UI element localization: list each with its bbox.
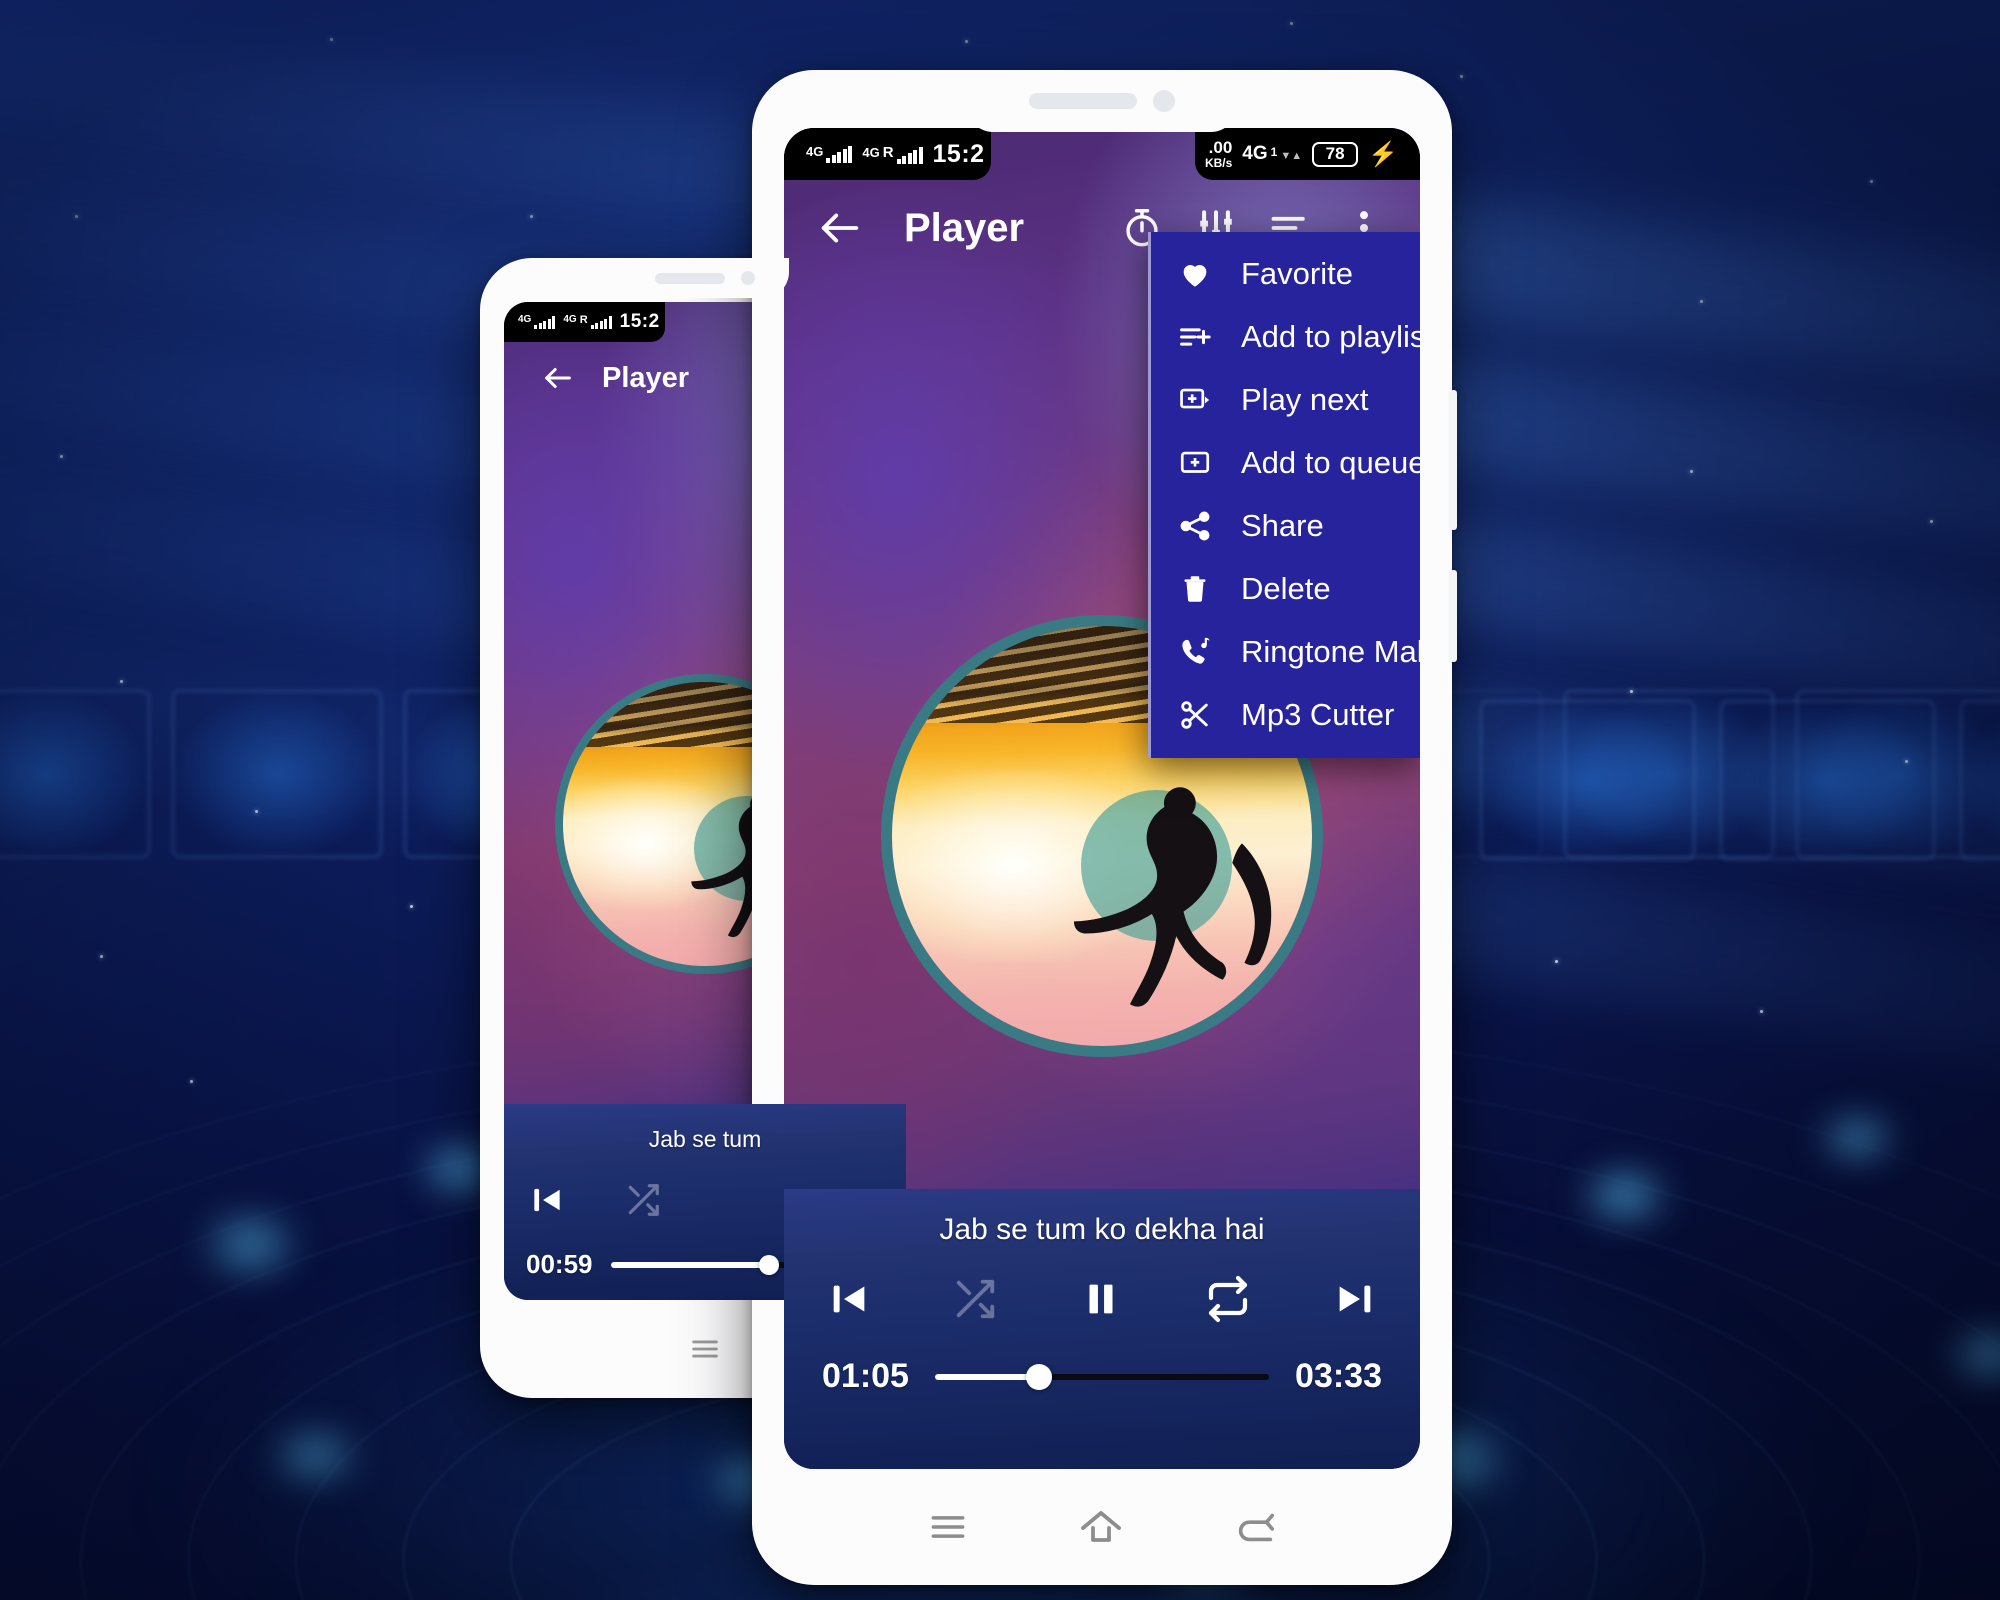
menu-item-label: Share xyxy=(1241,507,1324,543)
skip-previous-icon[interactable] xyxy=(528,1181,566,1219)
dancer-silhouette xyxy=(1052,765,1296,1034)
page-title: Player xyxy=(904,205,1025,250)
volume-button-front[interactable] xyxy=(1450,570,1457,662)
repeat-icon[interactable] xyxy=(1204,1275,1252,1323)
phone-notch-back xyxy=(621,258,789,298)
front-camera xyxy=(1153,90,1175,112)
arrow-left-icon[interactable] xyxy=(810,198,870,258)
menu-item-label: Ringtone Maker xyxy=(1241,633,1420,669)
heart-icon xyxy=(1177,256,1213,292)
power-button-front[interactable] xyxy=(1450,390,1457,530)
seek-bar[interactable] xyxy=(934,1363,1270,1391)
phone-screen-front: 4G 4G R 15:2 .00 KB/s 4G 1 ▼▲ 78 ⚡ Playe… xyxy=(784,128,1420,1469)
menu-item-mp3-cutter[interactable]: Mp3 Cutter xyxy=(1151,683,1420,746)
shuffle-icon[interactable] xyxy=(624,1181,662,1219)
back-arrow-icon[interactable] xyxy=(1232,1504,1278,1550)
skip-next-icon[interactable] xyxy=(1332,1276,1378,1322)
current-time: 01:05 xyxy=(822,1357,909,1395)
queue-add-icon xyxy=(1177,445,1213,481)
menu-item-favorite[interactable]: Favorite xyxy=(1151,242,1420,305)
pause-icon[interactable] xyxy=(1078,1276,1124,1322)
shuffle-icon[interactable] xyxy=(952,1276,998,1322)
trash-icon xyxy=(1177,571,1213,607)
skip-previous-icon[interactable] xyxy=(826,1276,872,1322)
menu-item-delete[interactable]: Delete xyxy=(1151,557,1420,620)
overflow-menu[interactable]: Favorite Add to playlist Play next Add to q… xyxy=(1148,232,1420,758)
current-time-back: 00:59 xyxy=(526,1249,593,1279)
menu-item-add-to-playlist[interactable]: Add to playlist xyxy=(1151,305,1420,368)
share-icon xyxy=(1177,508,1213,544)
playback-controls xyxy=(784,1247,1420,1323)
app-toolbar-back: Player xyxy=(504,342,906,414)
android-nav-bar xyxy=(752,1469,1452,1585)
seek-row: 01:05 03:33 xyxy=(784,1323,1420,1396)
player-bar: Jab se tum ko dekha hai 01:05 03:33 xyxy=(784,1189,1420,1469)
menu-item-add-to-queue[interactable]: Add to queue xyxy=(1151,431,1420,494)
page-title-back: Player xyxy=(602,361,690,394)
phone-music-icon xyxy=(1177,634,1213,670)
menu-item-share[interactable]: Share xyxy=(1151,494,1420,557)
menu-item-ringtone-maker[interactable]: Ringtone Maker xyxy=(1151,620,1420,683)
menu-item-label: Play next xyxy=(1241,381,1369,417)
front-camera xyxy=(741,271,755,285)
playlist-add-icon xyxy=(1177,319,1213,355)
scissors-icon xyxy=(1177,697,1213,733)
menu-item-play-next[interactable]: Play next xyxy=(1151,368,1420,431)
song-title: Jab se tum ko dekha hai xyxy=(939,1213,1265,1246)
menu-item-label: Favorite xyxy=(1241,255,1353,291)
menu-item-label: Add to queue xyxy=(1241,444,1420,480)
menu-bars-icon[interactable] xyxy=(926,1505,970,1549)
play-next-icon xyxy=(1177,382,1213,418)
menu-item-label: Delete xyxy=(1241,570,1331,606)
home-icon[interactable] xyxy=(1077,1503,1125,1551)
arrow-left-icon[interactable] xyxy=(536,356,580,400)
earpiece-speaker xyxy=(1029,93,1137,109)
menu-bars-icon[interactable] xyxy=(688,1332,722,1366)
phone-device-front: 4G 4G R 15:2 .00 KB/s 4G 1 ▼▲ 78 ⚡ Playe… xyxy=(752,70,1457,1585)
menu-item-label: Mp3 Cutter xyxy=(1241,696,1395,732)
phone-notch xyxy=(967,70,1237,132)
song-title-back: Jab se tum xyxy=(648,1126,762,1152)
total-time: 03:33 xyxy=(1295,1357,1382,1395)
earpiece-speaker xyxy=(655,272,725,284)
menu-item-label: Add to playlist xyxy=(1241,318,1420,354)
